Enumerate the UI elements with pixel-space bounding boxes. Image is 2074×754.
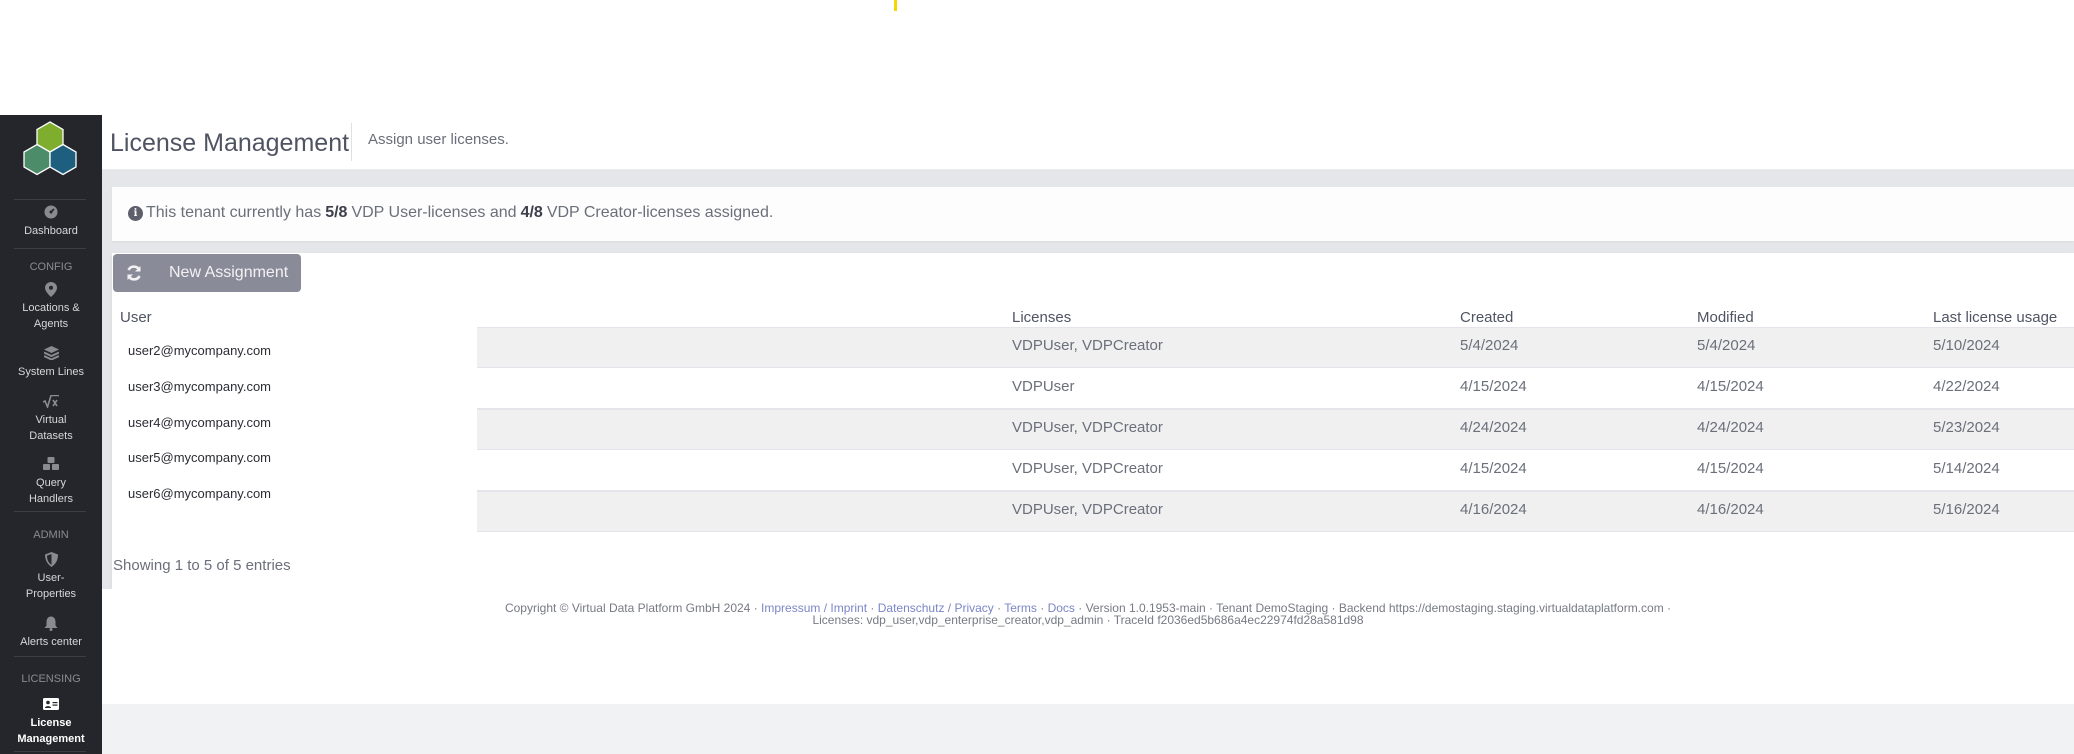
modified-cell: 4/24/2024 (1697, 419, 1764, 436)
licenses-cell: VDPUser, VDPCreator (1012, 501, 1163, 518)
sidebar-item-label: Handlers (28, 493, 74, 505)
column-header-created[interactable]: Created (1460, 309, 1513, 326)
sidebar-section-config: CONFIG (29, 261, 73, 273)
shield-icon (43, 551, 59, 567)
user-email-cell: user4@mycompany.com (128, 415, 271, 430)
refresh-icon (127, 265, 141, 281)
page-header: License Management Assign user licenses. (102, 115, 2074, 170)
created-cell: 4/15/2024 (1460, 378, 1527, 395)
licenses-cell: VDPUser, VDPCreator (1012, 337, 1163, 354)
last-usage-cell: 5/23/2024 (1933, 419, 2000, 436)
sidebar-item-dashboard[interactable]: Dashboard (0, 204, 102, 239)
cubes-icon (43, 456, 59, 472)
table-entries-info: Showing 1 to 5 of 5 entries (113, 557, 291, 574)
sidebar-item-system-lines[interactable]: System Lines (0, 345, 102, 380)
table-row[interactable] (477, 327, 2074, 368)
sidebar-divider (14, 248, 86, 249)
column-header-licenses[interactable]: Licenses (1012, 309, 1071, 326)
licenses-cell: VDPUser (1012, 378, 1075, 395)
column-header-user[interactable]: User (120, 309, 152, 326)
sidebar-divider (14, 656, 86, 657)
column-header-modified[interactable]: Modified (1697, 309, 1754, 326)
user-email-cell: user5@mycompany.com (128, 450, 271, 465)
info-middle: VDP User-licenses and (351, 204, 517, 221)
table-row[interactable] (477, 409, 2074, 450)
sidebar-item-label: Locations & (22, 302, 80, 314)
info-prefix: This tenant currently has (146, 204, 322, 221)
sidebar-divider (14, 751, 86, 752)
map-marker-icon (43, 281, 59, 297)
sidebar-item-virtual-datasets[interactable]: Virtual Datasets (0, 393, 102, 444)
user-email-cell: user6@mycompany.com (128, 486, 271, 501)
dashboard-icon (43, 204, 59, 220)
square-root-icon (43, 393, 59, 409)
page-title: License Management (110, 129, 350, 157)
modified-cell: 4/16/2024 (1697, 501, 1764, 518)
license-table-card: New Assignment User Licenses Created Mod… (112, 253, 2074, 589)
creator-license-count: 4/8 (520, 204, 543, 221)
page-bottom-background (102, 704, 2074, 754)
text-cursor-marker (894, 0, 897, 11)
last-usage-cell: 5/10/2024 (1933, 337, 2000, 354)
new-assignment-label: New Assignment (169, 264, 289, 281)
created-cell: 4/16/2024 (1460, 501, 1527, 518)
license-info-card: i This tenant currently has 5/8 VDP User… (112, 187, 2074, 241)
sidebar-divider (14, 511, 86, 512)
licenses-cell: VDPUser, VDPCreator (1012, 460, 1163, 477)
modified-cell: 4/15/2024 (1697, 378, 1764, 395)
modified-cell: 5/4/2024 (1697, 337, 1756, 354)
sidebar-item-locations-agents[interactable]: Locations & Agents (0, 281, 102, 332)
sidebar: Dashboard CONFIG Locations & Agents Syst… (0, 115, 102, 754)
page-footer: Copyright © Virtual Data Platform GmbH 2… (102, 589, 2074, 704)
sidebar-section-admin: ADMIN (33, 529, 69, 541)
license-info-text: i This tenant currently has 5/8 VDP User… (128, 204, 773, 222)
created-cell: 4/24/2024 (1460, 419, 1527, 436)
page-subtitle: Assign user licenses. (368, 131, 509, 148)
sidebar-item-license-management[interactable]: License Management (0, 696, 102, 747)
licenses-cell: VDPUser, VDPCreator (1012, 419, 1163, 436)
sidebar-item-label: Virtual (35, 414, 67, 426)
table-row[interactable] (477, 368, 2074, 409)
bell-icon (43, 615, 59, 631)
header-divider (351, 123, 352, 161)
user-email-cell: user2@mycompany.com (128, 343, 271, 358)
info-icon: i (128, 205, 143, 221)
sidebar-item-label: Agents (33, 318, 69, 330)
sidebar-item-label: License (30, 717, 72, 729)
created-cell: 4/15/2024 (1460, 460, 1527, 477)
user-email-cell: user3@mycompany.com (128, 379, 271, 394)
sidebar-item-label: Dashboard (24, 225, 78, 237)
top-blank-area (0, 0, 2074, 115)
sidebar-item-label: Datasets (29, 430, 73, 442)
sidebar-item-label: Alerts center (20, 636, 82, 648)
last-usage-cell: 5/16/2024 (1933, 501, 2000, 518)
sidebar-item-label: Management (17, 733, 85, 745)
info-suffix: VDP Creator-licenses assigned. (546, 204, 774, 221)
table-row[interactable] (477, 450, 2074, 491)
main-content: License Management Assign user licenses.… (102, 115, 2074, 754)
new-assignment-button[interactable]: New Assignment (113, 254, 301, 292)
created-cell: 5/4/2024 (1460, 337, 1519, 354)
modified-cell: 4/15/2024 (1697, 460, 1764, 477)
table-row[interactable] (477, 491, 2074, 532)
sidebar-item-label: System Lines (17, 366, 85, 378)
sidebar-item-alerts-center[interactable]: Alerts center (0, 615, 102, 650)
sidebar-item-label: Query (36, 477, 66, 489)
column-header-last-usage[interactable]: Last license usage (1933, 309, 2057, 326)
footer-line-2: Licenses: vdp_user,vdp_enterprise_creato… (812, 613, 1364, 627)
id-card-icon (43, 696, 59, 712)
last-usage-cell: 5/14/2024 (1933, 460, 2000, 477)
sidebar-item-label: User- (37, 572, 65, 584)
logo-icon[interactable] (16, 121, 84, 187)
sidebar-divider (14, 199, 86, 200)
user-license-count: 5/8 (325, 204, 348, 221)
sidebar-item-query-handlers[interactable]: Query Handlers (0, 456, 102, 507)
sidebar-item-user-properties[interactable]: User- Properties (0, 551, 102, 602)
sidebar-item-label: Properties (25, 588, 77, 600)
last-usage-cell: 4/22/2024 (1933, 378, 2000, 395)
sidebar-section-licensing: LICENSING (21, 673, 81, 685)
layers-icon (43, 345, 59, 361)
